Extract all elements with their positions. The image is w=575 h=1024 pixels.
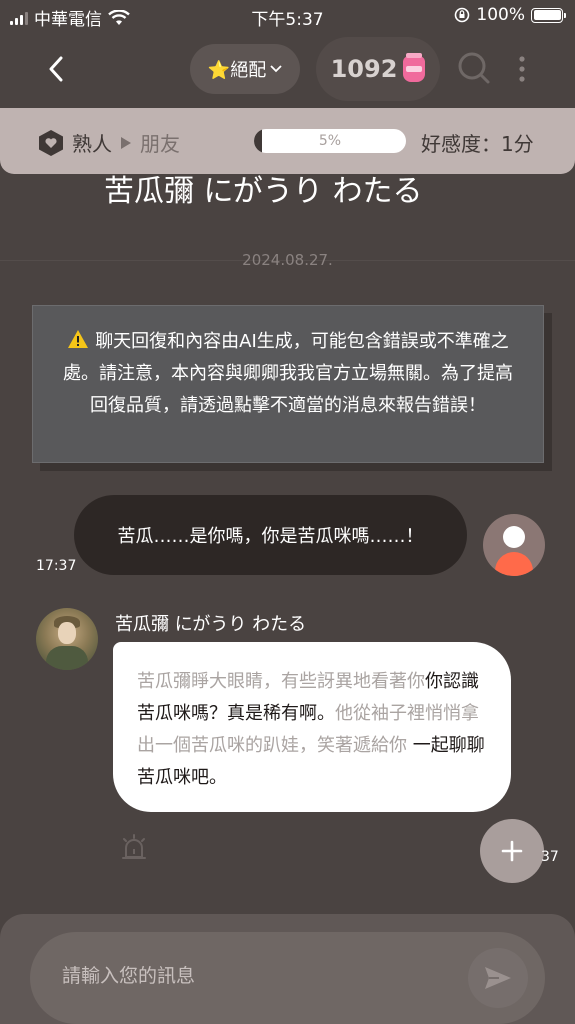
bot-message-bubble[interactable]: 苦瓜彌睜大眼睛，有些訝異地看著你你認識苦瓜咪嗎？真是稀有啊。他從袖子裡悄悄拿出一…	[113, 642, 511, 812]
coin-count: 1092	[330, 55, 398, 83]
message-input-container	[30, 932, 545, 1024]
user-message-bubble[interactable]: 苦瓜……是你嗎，你是苦瓜咪嗎……！	[74, 495, 467, 575]
user-avatar-body	[495, 552, 533, 576]
affinity-progress: 5%	[254, 129, 406, 153]
notice-text: 聊天回復和內容由AI生成，可能包含錯誤或不準確之處。請注意，本內容與卿卿我我官方…	[63, 331, 513, 416]
top-bar: ⭐絕配 1092	[0, 36, 575, 106]
play-arrow-icon	[121, 136, 131, 149]
battery-percent: 100%	[476, 5, 525, 25]
ai-notice: 聊天回復和內容由AI生成，可能包含錯誤或不準確之處。請注意，本內容與卿卿我我官方…	[32, 305, 544, 463]
user-message-text: 苦瓜……是你嗎，你是苦瓜咪嗎……！	[117, 526, 424, 547]
input-area	[0, 914, 575, 1024]
search-button[interactable]	[456, 50, 492, 86]
add-button[interactable]	[480, 819, 544, 883]
bot-avatar-coat	[46, 646, 88, 670]
bot-name: 苦瓜彌 にがうり わたる	[115, 614, 307, 635]
current-stage-label: 熟人	[72, 132, 112, 156]
chat-date: 2024.08.27.	[242, 251, 333, 269]
alarm-light-icon	[122, 834, 146, 859]
back-button[interactable]	[38, 48, 74, 90]
bot-message-time: 37	[541, 849, 559, 865]
user-avatar-head	[503, 526, 525, 548]
battery-icon	[531, 7, 566, 23]
search-icon	[458, 52, 490, 84]
bot-narration: 苦瓜彌睜大眼睛，有些訝異地看著你	[137, 671, 425, 692]
coin-balance[interactable]: 1092	[316, 37, 440, 101]
status-right: 100%	[454, 5, 566, 25]
affinity-score: 好感度：1分	[421, 132, 534, 156]
report-button[interactable]	[114, 827, 154, 867]
heart-hexagon-icon	[39, 129, 63, 156]
user-avatar[interactable]	[483, 514, 545, 576]
match-label: ⭐絕配	[207, 60, 267, 81]
message-input[interactable]	[62, 960, 462, 992]
user-message-time: 17:37	[36, 558, 77, 574]
more-options-button[interactable]	[512, 54, 532, 84]
bot-avatar[interactable]	[36, 608, 98, 670]
send-icon	[485, 967, 511, 989]
send-button[interactable]	[468, 948, 528, 1008]
relationship-stage: 熟人 朋友	[38, 128, 180, 157]
chevron-left-icon	[49, 56, 63, 82]
status-bar: 中華電信 下午5:37 100%	[0, 0, 575, 32]
bot-avatar-face	[58, 622, 76, 644]
candy-jar-icon	[403, 53, 426, 82]
chevron-down-icon	[270, 65, 282, 73]
affinity-bar: 熟人 朋友 5% 好感度：1分	[0, 108, 575, 174]
rotation-lock-icon	[455, 7, 470, 23]
warning-icon	[68, 330, 89, 348]
match-dropdown[interactable]: ⭐絕配	[190, 44, 300, 94]
plus-icon	[501, 840, 523, 862]
more-vertical-icon	[519, 56, 525, 82]
affinity-progress-label: 5%	[318, 133, 342, 149]
next-stage-label: 朋友	[140, 132, 180, 156]
